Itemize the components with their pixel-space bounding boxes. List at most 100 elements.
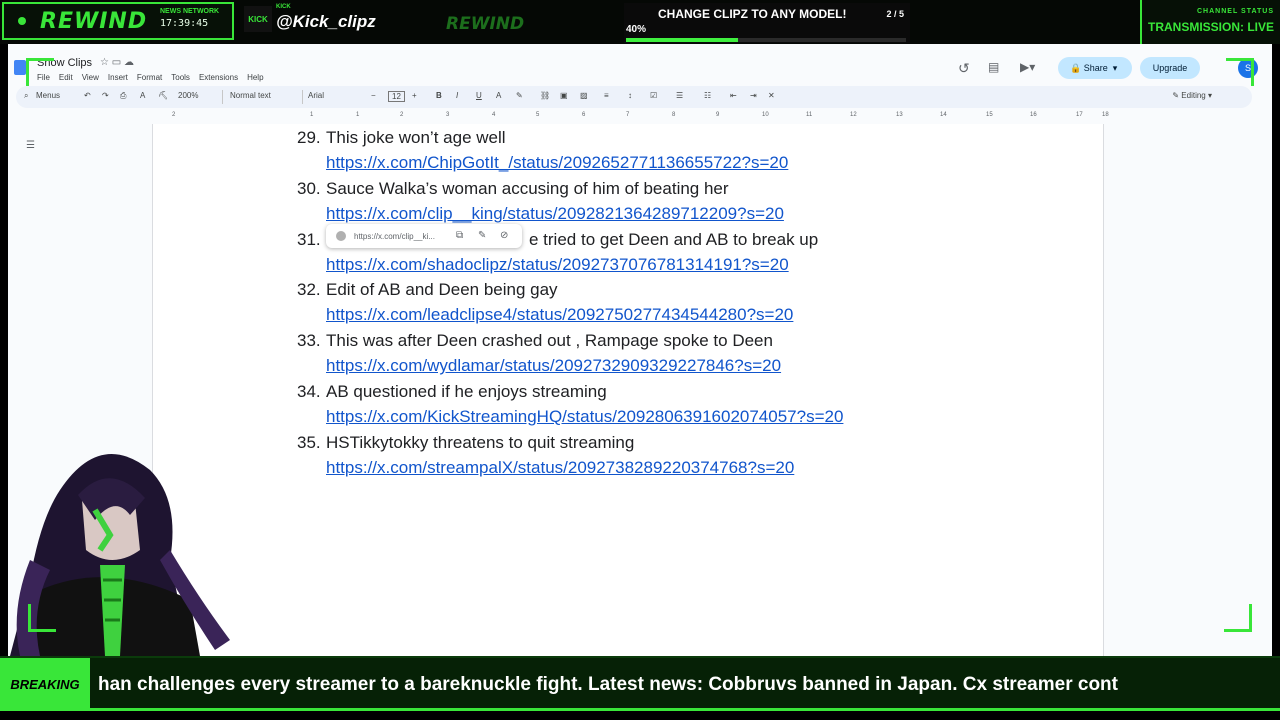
remove-link-icon[interactable]: ⊘ [500,230,508,241]
news-ticker: BREAKING han challenges every streamer t… [0,656,1280,710]
print-icon[interactable]: ⎙ [120,91,126,101]
list-number: 32. [297,280,321,300]
font-select[interactable]: Arial [308,91,324,100]
menus-search[interactable]: Menus [36,91,60,100]
spellcheck-icon[interactable]: A [140,91,145,100]
channel-status-value: TRANSMISSION: LIVE [1147,20,1274,34]
comment-icon[interactable]: ▤ [988,60,999,74]
increase-size-icon[interactable]: + [412,91,417,100]
clip-link[interactable]: https://x.com/KickStreamingHQ/status/209… [326,407,843,427]
history-icon[interactable]: ↺ [958,60,970,77]
search-icon[interactable]: ⌕ [24,91,28,101]
menu-tools[interactable]: Tools [171,73,190,82]
indent-increase-icon[interactable]: ⇥ [750,91,757,100]
clip-link[interactable]: https://x.com/ChipGotIt_/status/20926527… [326,153,788,173]
editing-mode[interactable]: ✎ Editing ▾ [1172,91,1212,100]
indent-decrease-icon[interactable]: ⇤ [730,91,737,100]
insert-image-icon[interactable]: ▨ [580,91,588,100]
list-item-title[interactable]: HSTikkytokky threatens to quit streaming [326,433,634,453]
challenge-percent: 40% [626,24,647,35]
ruler-tick-label: 15 [986,112,993,118]
clip-link[interactable]: https://x.com/leadclipse4/status/2092750… [326,305,793,325]
kick-handle: @Kick_clipz [276,12,376,31]
style-select[interactable]: Normal text [230,91,271,100]
menu-extensions[interactable]: Extensions [199,73,238,82]
ruler-tick-label: 9 [716,112,720,118]
ruler-tick-label: 3 [446,112,450,118]
edit-link-icon[interactable]: ✎ [478,230,486,241]
docs-logo-icon[interactable] [14,60,26,75]
document-page[interactable]: 29. This joke won’t age well https://x.com… [152,124,1104,656]
align-icon[interactable]: ≡ [604,91,609,100]
toolbar-divider [222,90,223,104]
list-number: 33. [297,331,321,351]
document-outline-icon[interactable]: ☰ [26,140,35,151]
checklist-icon[interactable]: ☑ [650,91,657,100]
frame-corner [1224,604,1252,632]
clip-link[interactable]: https://x.com/clip__king/status/20928213… [326,204,784,224]
link-icon[interactable]: ⛓ [540,91,550,100]
ruler-tick-label: 16 [1030,112,1037,118]
zoom-select[interactable]: 200% [178,91,198,100]
ruler-tick-label: 5 [536,112,540,118]
list-number: 31. [297,229,321,249]
frame-corner [26,58,54,86]
clear-format-icon[interactable]: ✕ [768,91,775,100]
frame-corner [28,604,56,632]
share-button[interactable]: 🔒 Share ▾ [1058,57,1132,79]
list-item-title[interactable]: Sauce Walka’s woman accusing of him of b… [326,179,729,199]
live-dot-icon [18,17,26,25]
underline-icon[interactable]: U [476,91,482,100]
list-number: 30. [297,178,321,198]
popup-url[interactable]: https://x.com/clip__ki... [354,232,435,241]
list-item-title[interactable]: AB questioned if he enjoys streaming [326,382,607,402]
paint-format-icon[interactable]: ⛏ [158,91,168,100]
bold-icon[interactable]: B [436,91,442,100]
redo-icon[interactable]: ↷ [102,91,109,100]
undo-icon[interactable]: ↶ [84,91,91,100]
menu-format[interactable]: Format [137,73,162,82]
bullet-list-icon[interactable]: ☰ [676,91,683,100]
clip-link[interactable]: https://x.com/wydlamar/status/2092732909… [326,356,781,376]
ruler-tick-label: 18 [1102,112,1109,118]
challenge-progress-track [626,38,906,42]
ruler-tick-label: 7 [626,112,630,118]
font-size-input[interactable]: 12 [388,91,405,102]
frame-corner [1226,58,1254,86]
italic-icon[interactable]: I [456,91,458,100]
ghost-rewind-logo: REWIND [446,14,525,34]
ruler[interactable]: 2 1 1 2 3 4 5 6 7 8 9 10 11 12 13 14 15 16 17 18 [152,110,1109,122]
highlight-icon[interactable]: ✎ [516,91,523,100]
overlay-clock: 17:39:45 [160,18,209,29]
ruler-tick-label: 13 [896,112,903,118]
kick-logo-icon: KICK [244,6,272,32]
menu-view[interactable]: View [82,73,99,82]
upgrade-button[interactable]: Upgrade [1140,57,1200,79]
list-item-title[interactable]: e tried to get Deen and AB to break up [529,230,818,250]
challenge-title: CHANGE CLIPZ TO ANY MODEL! [658,7,847,21]
ruler-tick-label: 8 [672,112,676,118]
meet-icon[interactable]: ▶▾ [1020,60,1035,74]
list-item-title[interactable]: Edit of AB and Deen being gay [326,280,558,300]
decrease-size-icon[interactable]: − [371,91,376,100]
clip-link[interactable]: https://x.com/streampalX/status/20927382… [326,458,794,478]
star-icon[interactable]: ☆ ▭ ☁ [100,57,134,68]
menu-help[interactable]: Help [247,73,263,82]
channel-status-box: CHANNEL STATUS TRANSMISSION: LIVE [1140,0,1280,44]
rewind-logo: REWIND [40,8,148,34]
list-item-title[interactable]: This joke won’t age well [326,128,506,148]
copy-link-icon[interactable]: ⧉ [456,230,463,241]
menu-insert[interactable]: Insert [108,73,128,82]
add-comment-icon[interactable]: ▣ [560,91,568,100]
text-color-icon[interactable]: A [496,91,501,100]
channel-status-label: CHANNEL STATUS [1197,8,1274,15]
menu-edit[interactable]: Edit [59,73,73,82]
line-spacing-icon[interactable]: ↕ [628,91,632,100]
menu-bar: File Edit View Insert Format Tools Exten… [37,73,273,82]
ruler-tick-label: 2 [400,112,404,118]
list-number: 29. [297,128,321,147]
list-item-title[interactable]: This was after Deen crashed out , Rampag… [326,331,773,351]
ruler-tick-label: 11 [806,112,813,118]
clip-link[interactable]: https://x.com/shadoclipz/status/20927370… [326,255,789,275]
numbered-list-icon[interactable]: ☷ [704,91,711,100]
